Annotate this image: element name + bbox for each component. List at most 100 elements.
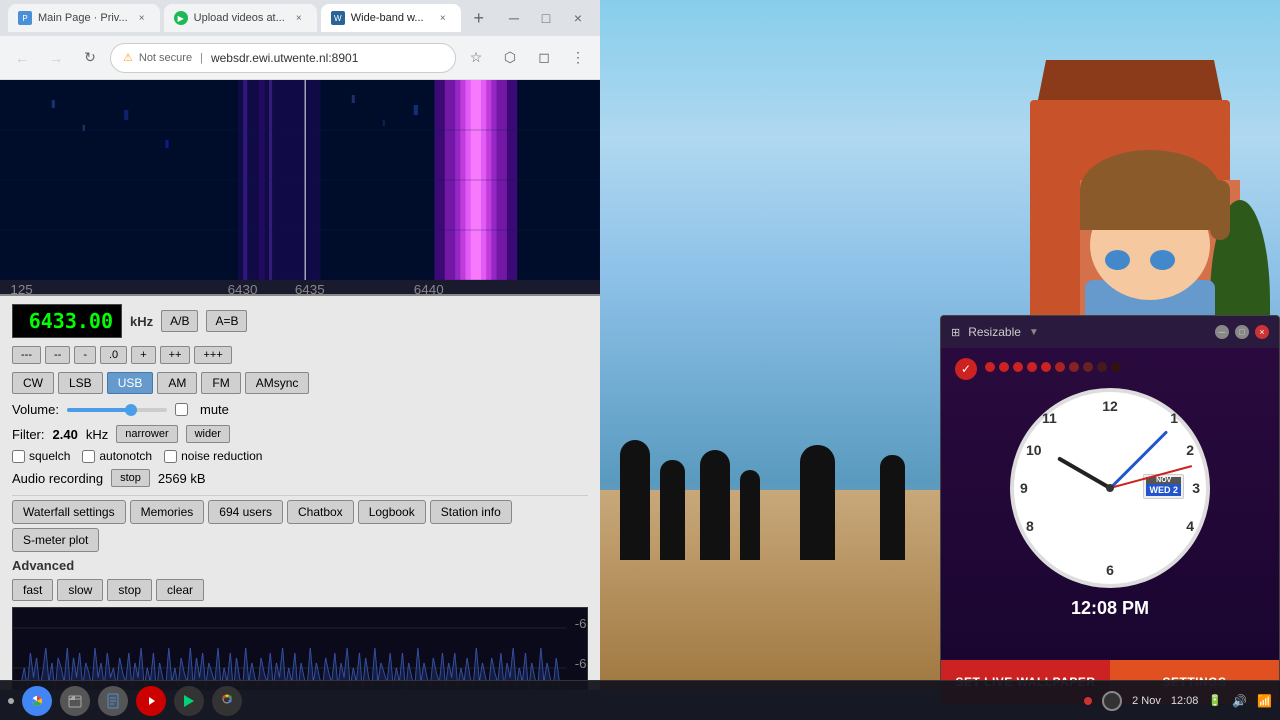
taskbar-right: 2 Nov 12:08 🔋 🔊 📶 xyxy=(1084,691,1272,711)
step-plus[interactable]: + xyxy=(131,346,155,364)
mode-amsync[interactable]: AMsync xyxy=(245,372,310,394)
clock-face: 12 3 6 9 1 11 2 4 8 10 NOV WED 2 xyxy=(1010,388,1210,588)
station-info-tab[interactable]: Station info xyxy=(430,500,512,524)
dot-7 xyxy=(1069,362,1079,372)
profile-button[interactable]: ◻ xyxy=(530,44,558,72)
dot-5 xyxy=(1041,362,1051,372)
widget-maximize-button[interactable]: □ xyxy=(1235,325,1249,339)
dot-10 xyxy=(1111,362,1121,372)
clock-num-2: 2 xyxy=(1186,442,1194,458)
mode-fm[interactable]: FM xyxy=(201,372,240,394)
tab1-close[interactable]: × xyxy=(134,10,150,26)
docs-icon[interactable] xyxy=(98,686,128,716)
step-triple-minus[interactable]: --- xyxy=(12,346,41,364)
widget-resize-icon: ⊞ xyxy=(951,326,960,339)
svg-text:6430: 6430 xyxy=(228,282,258,294)
tab3-favicon: W xyxy=(331,11,345,25)
paint-icon[interactable] xyxy=(212,686,242,716)
autonotch-checkbox[interactable] xyxy=(82,450,95,463)
hour-hand xyxy=(1057,456,1111,489)
chrome-icon[interactable] xyxy=(22,686,52,716)
stop-button[interactable]: stop xyxy=(107,579,152,601)
smeter-plot-tab[interactable]: S-meter plot xyxy=(12,528,99,552)
autonotch-label[interactable]: autonotch xyxy=(82,449,152,463)
clock-num-10: 10 xyxy=(1026,442,1042,458)
clock-num-9: 9 xyxy=(1020,480,1028,496)
mode-cw[interactable]: CW xyxy=(12,372,54,394)
widget-content: ✓ 12 3 6 9 1 11 2 4 8 10 xyxy=(941,348,1279,660)
tab3-close[interactable]: × xyxy=(435,10,451,26)
chrome-titlebar: P Main Page · Priv... × ▶ Upload videos … xyxy=(0,0,600,36)
clock-num-4: 4 xyxy=(1186,518,1194,534)
widget-title: Resizable xyxy=(968,325,1021,339)
volume-slider[interactable] xyxy=(67,408,167,412)
extensions-button[interactable]: ⬡ xyxy=(496,44,524,72)
mode-usb[interactable]: USB xyxy=(107,372,154,394)
clock-num-8: 8 xyxy=(1026,518,1034,534)
ab-toggle-button[interactable]: A/B xyxy=(161,310,198,332)
audio-graph: -60 dB -60 dB -100 dB 20 25 30 35 40 45 xyxy=(12,607,588,690)
tab-3[interactable]: W Wide-band w... × xyxy=(321,4,461,32)
clock-num-1: 1 xyxy=(1170,410,1178,426)
widget-controls: ─ □ × xyxy=(1215,325,1269,339)
squelch-checkbox[interactable] xyxy=(12,450,25,463)
clock-center-dot xyxy=(1106,484,1114,492)
widget-minimize-button[interactable]: ─ xyxy=(1215,325,1229,339)
clear-button[interactable]: clear xyxy=(156,579,204,601)
back-button[interactable]: ← xyxy=(8,44,36,72)
widget-titlebar: ⊞ Resizable ▼ ─ □ × xyxy=(941,316,1279,348)
step-minus[interactable]: - xyxy=(74,346,96,364)
step-triple-plus[interactable]: +++ xyxy=(194,346,231,364)
ab-equal-button[interactable]: A=B xyxy=(206,310,247,332)
bookmark-button[interactable]: ☆ xyxy=(462,44,490,72)
dot-9 xyxy=(1097,362,1107,372)
mode-buttons: CW LSB USB AM FM AMsync xyxy=(12,372,588,394)
new-tab-button[interactable]: + xyxy=(465,4,493,32)
maximize-button[interactable]: □ xyxy=(532,4,560,32)
frequency-row: 6433.00 kHz A/B A=B xyxy=(12,304,588,338)
step-double-minus[interactable]: -- xyxy=(45,346,70,364)
memories-tab[interactable]: Memories xyxy=(130,500,205,524)
files-icon[interactable] xyxy=(60,686,90,716)
taskbar-time: 12:08 xyxy=(1171,695,1199,707)
waterfall-settings-tab[interactable]: Waterfall settings xyxy=(12,500,126,524)
browser-window: P Main Page · Priv... × ▶ Upload videos … xyxy=(0,0,600,690)
taskbar-clock-icon xyxy=(1102,691,1122,711)
mode-am[interactable]: AM xyxy=(157,372,197,394)
wider-button[interactable]: wider xyxy=(186,425,230,443)
recording-label: Audio recording xyxy=(12,471,103,486)
dot-2 xyxy=(999,362,1009,372)
users-tab[interactable]: 694 users xyxy=(208,500,283,524)
step-double-plus[interactable]: ++ xyxy=(160,346,191,364)
mode-lsb[interactable]: LSB xyxy=(58,372,103,394)
menu-button[interactable]: ⋮ xyxy=(564,44,592,72)
narrower-button[interactable]: narrower xyxy=(116,425,177,443)
speed-buttons: fast slow stop clear xyxy=(12,579,588,601)
mute-checkbox[interactable] xyxy=(175,403,188,416)
minimize-button[interactable]: ─ xyxy=(500,4,528,32)
url-bar[interactable]: ⚠ Not secure | websdr.ewi.utwente.nl:890… xyxy=(110,43,456,73)
tab-2[interactable]: ▶ Upload videos at... × xyxy=(164,4,317,32)
frequency-display[interactable]: 6433.00 xyxy=(12,304,122,338)
stop-recording-button[interactable]: stop xyxy=(111,469,150,487)
tab2-playing-icon: ▶ xyxy=(174,11,188,25)
noise-reduction-label[interactable]: noise reduction xyxy=(164,449,262,463)
youtube-icon[interactable] xyxy=(136,686,166,716)
tab-1[interactable]: P Main Page · Priv... × xyxy=(8,4,160,32)
forward-button[interactable]: → xyxy=(42,44,70,72)
battery-icon: 🔋 xyxy=(1208,694,1222,707)
step-decimal[interactable]: .0 xyxy=(100,346,127,364)
chatbox-tab[interactable]: Chatbox xyxy=(287,500,354,524)
logbook-tab[interactable]: Logbook xyxy=(358,500,426,524)
reload-button[interactable]: ↻ xyxy=(76,44,104,72)
play-store-icon[interactable] xyxy=(174,686,204,716)
close-browser-button[interactable]: × xyxy=(564,4,592,32)
noise-reduction-checkbox[interactable] xyxy=(164,450,177,463)
tab2-close[interactable]: × xyxy=(291,10,307,26)
slow-button[interactable]: slow xyxy=(57,579,103,601)
widget-close-button[interactable]: × xyxy=(1255,325,1269,339)
squelch-label[interactable]: squelch xyxy=(12,449,70,463)
fast-button[interactable]: fast xyxy=(12,579,53,601)
frequency-unit: kHz xyxy=(130,314,153,329)
taskbar-menu-indicator xyxy=(8,698,14,704)
